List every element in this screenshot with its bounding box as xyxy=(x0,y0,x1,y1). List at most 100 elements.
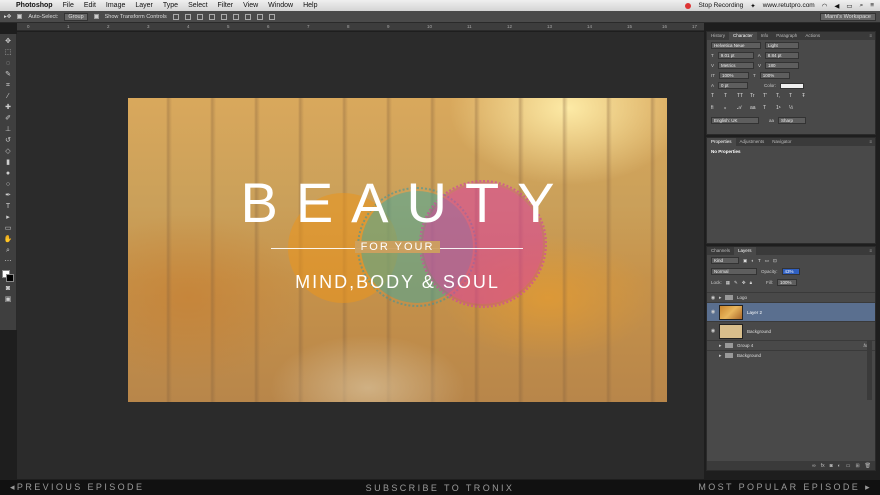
visibility-eye-icon[interactable]: ◉ xyxy=(707,328,719,334)
auto-select-dropdown[interactable]: Group xyxy=(64,12,88,21)
old-style-button[interactable]: ℴ xyxy=(724,105,732,111)
ligatures-button[interactable]: fi xyxy=(711,105,719,111)
menu-view[interactable]: View xyxy=(243,2,258,9)
workspace-dropdown[interactable]: Marni's Workspace xyxy=(819,12,876,21)
align-left-icon[interactable] xyxy=(208,13,215,20)
panel-menu-icon[interactable]: ≡ xyxy=(866,247,875,255)
filter-adjust-icon[interactable]: ◐ xyxy=(751,258,754,263)
tab-history[interactable]: History xyxy=(707,32,729,40)
layer-filter-dropdown[interactable]: Kind xyxy=(711,257,739,264)
strikethrough-button[interactable]: Ŧ xyxy=(802,93,810,99)
add-mask-icon[interactable]: ◙ xyxy=(830,463,833,469)
align-center-icon[interactable] xyxy=(220,13,227,20)
layer-row[interactable]: ◉ Layer 2 xyxy=(707,302,875,321)
tab-layers[interactable]: Layers xyxy=(734,247,756,255)
blur-tool-icon[interactable]: ● xyxy=(3,169,13,178)
marquee-tool-icon[interactable]: ⬚ xyxy=(3,48,13,57)
more-tools-icon[interactable]: ⋯ xyxy=(3,257,13,266)
kerning-field[interactable]: Metrics xyxy=(718,62,755,69)
screen-mode-icon[interactable]: ▣ xyxy=(3,295,13,304)
filter-shape-icon[interactable]: ▭ xyxy=(765,258,769,264)
menu-image[interactable]: Image xyxy=(106,2,125,9)
tab-info[interactable]: Info xyxy=(757,32,773,40)
eyedropper-tool-icon[interactable]: ⁄ xyxy=(3,92,13,101)
shape-tool-icon[interactable]: ▭ xyxy=(3,224,13,233)
add-style-icon[interactable]: fx xyxy=(821,463,825,469)
leading-field[interactable]: 8.84 pt xyxy=(764,52,799,59)
fractions-button[interactable]: ½ xyxy=(789,105,797,111)
menu-select[interactable]: Select xyxy=(188,2,207,9)
type-tool-icon[interactable]: T xyxy=(3,202,13,211)
move-tool-icon[interactable]: ✥ xyxy=(3,37,13,46)
tab-channels[interactable]: Channels xyxy=(707,247,734,255)
gradient-tool-icon[interactable]: ▮ xyxy=(3,158,13,167)
font-family-dropdown[interactable]: Helvetica Neue xyxy=(711,42,761,49)
baseline-field[interactable]: 0 pt xyxy=(718,82,749,89)
menu-file[interactable]: File xyxy=(63,2,74,9)
blend-mode-dropdown[interactable]: Normal xyxy=(711,268,757,275)
tracking-field[interactable]: 180 xyxy=(765,62,800,69)
new-layer-icon[interactable]: ⊞ xyxy=(855,463,859,469)
menu-help[interactable]: Help xyxy=(303,2,317,9)
small-caps-button[interactable]: Tr xyxy=(750,93,758,99)
distribute-icon[interactable] xyxy=(244,13,251,20)
menu-app-name[interactable]: Photoshop xyxy=(16,2,53,9)
pen-tool-icon[interactable]: ✒ xyxy=(3,191,13,200)
language-dropdown[interactable]: English: UK xyxy=(711,117,759,124)
align-right-icon[interactable] xyxy=(232,13,239,20)
lock-all-icon[interactable]: 🔒︎ xyxy=(750,280,752,285)
background-color[interactable] xyxy=(6,274,14,282)
faux-italic-button[interactable]: T xyxy=(724,93,732,99)
opacity-field[interactable]: 43% xyxy=(781,268,800,275)
new-adjustment-icon[interactable]: ◐ xyxy=(838,463,841,469)
ordinals-button[interactable]: 1ˢ xyxy=(776,105,784,111)
filter-type-icon[interactable]: T xyxy=(758,258,761,263)
stop-recording[interactable]: Stop Recording xyxy=(698,2,743,9)
volume-icon[interactable]: ◀ xyxy=(834,2,839,10)
healing-tool-icon[interactable]: ✚ xyxy=(3,103,13,112)
panel-menu-icon[interactable]: ≡ xyxy=(866,32,875,40)
stamp-tool-icon[interactable]: ⊥ xyxy=(3,125,13,134)
list-icon[interactable]: ≡ xyxy=(870,2,874,9)
menu-edit[interactable]: Edit xyxy=(84,2,96,9)
titling-button[interactable]: T xyxy=(763,105,771,111)
quick-select-tool-icon[interactable]: ✎ xyxy=(3,70,13,79)
show-transform-checkbox[interactable] xyxy=(93,14,99,19)
lock-transparent-icon[interactable]: ▦ xyxy=(726,280,730,286)
eraser-tool-icon[interactable]: ◇ xyxy=(3,147,13,156)
visibility-eye-icon[interactable]: ◉ xyxy=(707,309,719,315)
tab-adjustments[interactable]: Adjustments xyxy=(736,138,769,146)
lasso-tool-icon[interactable]: ◌ xyxy=(3,59,13,68)
align-top-icon[interactable] xyxy=(172,13,179,20)
menu-filter[interactable]: Filter xyxy=(218,2,234,9)
move-tool-icon[interactable]: ▸✥ xyxy=(4,14,11,20)
tab-navigator[interactable]: Navigator xyxy=(768,138,795,146)
filter-smart-icon[interactable]: ⊡ xyxy=(773,258,777,264)
text-color-swatch[interactable] xyxy=(780,82,805,89)
subscript-button[interactable]: T, xyxy=(776,93,784,99)
layer-row[interactable]: ◉ Background xyxy=(707,321,875,340)
search-icon[interactable]: ⌕ xyxy=(860,2,864,10)
battery-icon[interactable]: ▭ xyxy=(846,2,852,10)
wifi-icon[interactable]: ◠ xyxy=(822,2,828,10)
filter-pixel-icon[interactable]: ▣ xyxy=(743,258,747,264)
document-canvas[interactable]: BEAUTY FOR YOUR MIND,BODY & SOUL xyxy=(128,98,667,402)
superscript-button[interactable]: T' xyxy=(763,93,771,99)
align-bottom-icon[interactable] xyxy=(196,13,203,20)
menu-layer[interactable]: Layer xyxy=(135,2,153,9)
underline-button[interactable]: T xyxy=(789,93,797,99)
faux-bold-button[interactable]: T xyxy=(711,93,719,99)
dodge-tool-icon[interactable]: ○ xyxy=(3,180,13,189)
new-group-icon[interactable]: ▭ xyxy=(846,463,851,469)
tab-actions[interactable]: Actions xyxy=(801,32,824,40)
lock-pixels-icon[interactable]: ✎ xyxy=(734,280,738,286)
layer-row[interactable]: ▸ Group 4 fx xyxy=(707,340,875,350)
swash-button[interactable]: 𝒜 xyxy=(737,105,745,111)
tab-character[interactable]: Character xyxy=(729,32,757,40)
fill-field[interactable]: 100% xyxy=(777,279,797,286)
3d-mode-icon[interactable] xyxy=(268,13,275,20)
distribute-h-icon[interactable] xyxy=(256,13,263,20)
trash-icon[interactable]: 🗑︎ xyxy=(865,463,871,469)
alternates-button[interactable]: aa xyxy=(750,105,758,111)
vertical-scale-field[interactable]: 100% xyxy=(719,72,749,79)
